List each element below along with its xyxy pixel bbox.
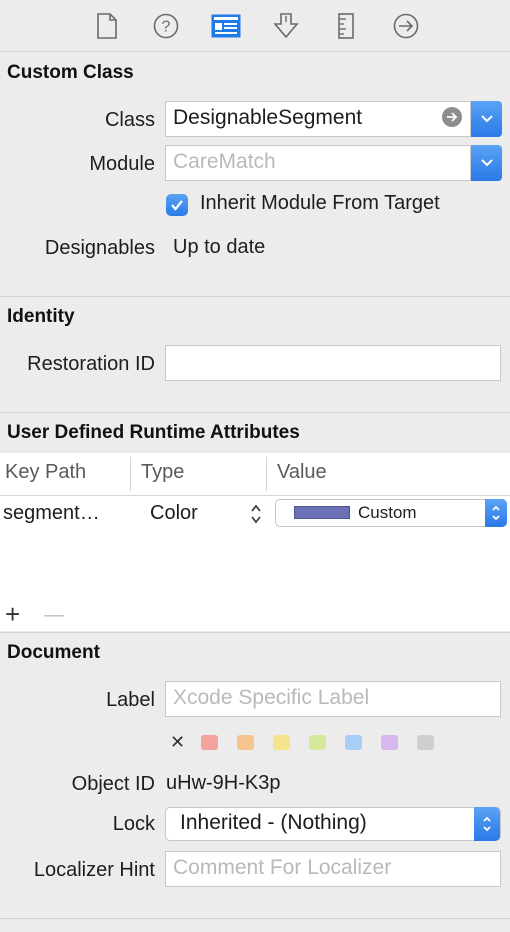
clear-label-color-icon[interactable]: ✕ — [170, 732, 185, 753]
custom-class-heading: Custom Class — [7, 62, 134, 83]
chevron-down-icon — [480, 159, 493, 167]
restoration-id-field[interactable] — [165, 345, 501, 381]
inspector-toolbar: ? — [0, 0, 510, 52]
class-label: Class — [104, 109, 155, 131]
label-color-blue[interactable] — [345, 735, 362, 750]
divider — [0, 632, 510, 633]
label-color-purple[interactable] — [381, 735, 398, 750]
file-icon[interactable] — [93, 12, 121, 40]
divider — [0, 412, 510, 413]
column-header-key-path[interactable]: Key Path — [5, 453, 86, 495]
connections-icon[interactable] — [392, 12, 420, 40]
popup-arrows-icon — [485, 499, 507, 527]
navigate-arrow-icon[interactable] — [442, 107, 462, 127]
restoration-id-label: Restoration ID — [27, 353, 155, 375]
popup-arrows-icon — [474, 807, 500, 841]
module-field[interactable]: CareMatch — [165, 145, 471, 181]
module-label: Module — [89, 153, 155, 175]
object-id-label: Object ID — [71, 773, 155, 795]
label-color-yellow[interactable] — [273, 735, 290, 750]
label-label: Label — [106, 689, 155, 711]
localizer-hint-field[interactable]: Comment For Localizer — [165, 851, 501, 887]
type-cell[interactable]: Color — [150, 502, 198, 525]
label-color-red[interactable] — [201, 735, 218, 750]
inherit-module-checkbox[interactable] — [166, 194, 188, 216]
size-icon[interactable] — [332, 12, 360, 40]
column-header-value[interactable]: Value — [277, 453, 327, 495]
help-icon[interactable]: ? — [152, 12, 180, 40]
divider — [0, 296, 510, 297]
class-dropdown-button[interactable] — [471, 101, 502, 137]
label-field[interactable]: Xcode Specific Label — [165, 681, 501, 717]
lock-popup[interactable]: Inherited - (Nothing) — [165, 807, 501, 841]
svg-text:?: ? — [162, 19, 171, 36]
object-id-value: uHw-9H-K3p — [166, 772, 281, 794]
class-value: DesignableSegment — [173, 106, 363, 129]
label-color-green[interactable] — [309, 735, 326, 750]
module-dropdown-button[interactable] — [471, 145, 502, 181]
localizer-hint-placeholder: Comment For Localizer — [173, 856, 392, 879]
table-row[interactable]: segment… Color Custom — [0, 496, 510, 536]
color-swatch — [294, 506, 350, 519]
attributes-icon[interactable] — [272, 12, 300, 40]
remove-attribute-button[interactable]: — — [44, 603, 64, 627]
identity-icon[interactable] — [211, 12, 241, 40]
runtime-attributes-table: Key Path Type Value segment… Color Custo… — [0, 453, 510, 631]
add-attribute-button[interactable]: + — [5, 601, 20, 627]
column-divider — [266, 457, 267, 491]
designables-value: Up to date — [173, 236, 266, 258]
localizer-hint-label: Localizer Hint — [33, 859, 155, 881]
label-placeholder: Xcode Specific Label — [173, 686, 370, 709]
lock-label: Lock — [112, 813, 155, 835]
chevron-down-icon — [480, 115, 493, 123]
class-field[interactable]: DesignableSegment — [165, 101, 471, 137]
column-divider — [130, 457, 131, 491]
divider — [0, 918, 510, 919]
column-header-type[interactable]: Type — [141, 453, 184, 495]
runtime-attributes-heading: User Defined Runtime Attributes — [7, 422, 300, 443]
checkmark-icon — [171, 200, 183, 211]
label-color-gray[interactable] — [417, 735, 434, 750]
lock-value: Inherited - (Nothing) — [180, 811, 367, 834]
type-stepper-icon[interactable] — [249, 502, 263, 531]
color-value-popup[interactable]: Custom — [275, 499, 507, 527]
module-placeholder: CareMatch — [173, 150, 276, 173]
inherit-module-label[interactable]: Inherit Module From Target — [200, 192, 440, 215]
designables-label: Designables — [44, 237, 155, 259]
key-path-cell[interactable]: segment… — [3, 502, 100, 525]
label-color-orange[interactable] — [237, 735, 254, 750]
document-heading: Document — [7, 642, 100, 663]
identity-heading: Identity — [7, 306, 75, 327]
color-value-label: Custom — [358, 503, 417, 522]
